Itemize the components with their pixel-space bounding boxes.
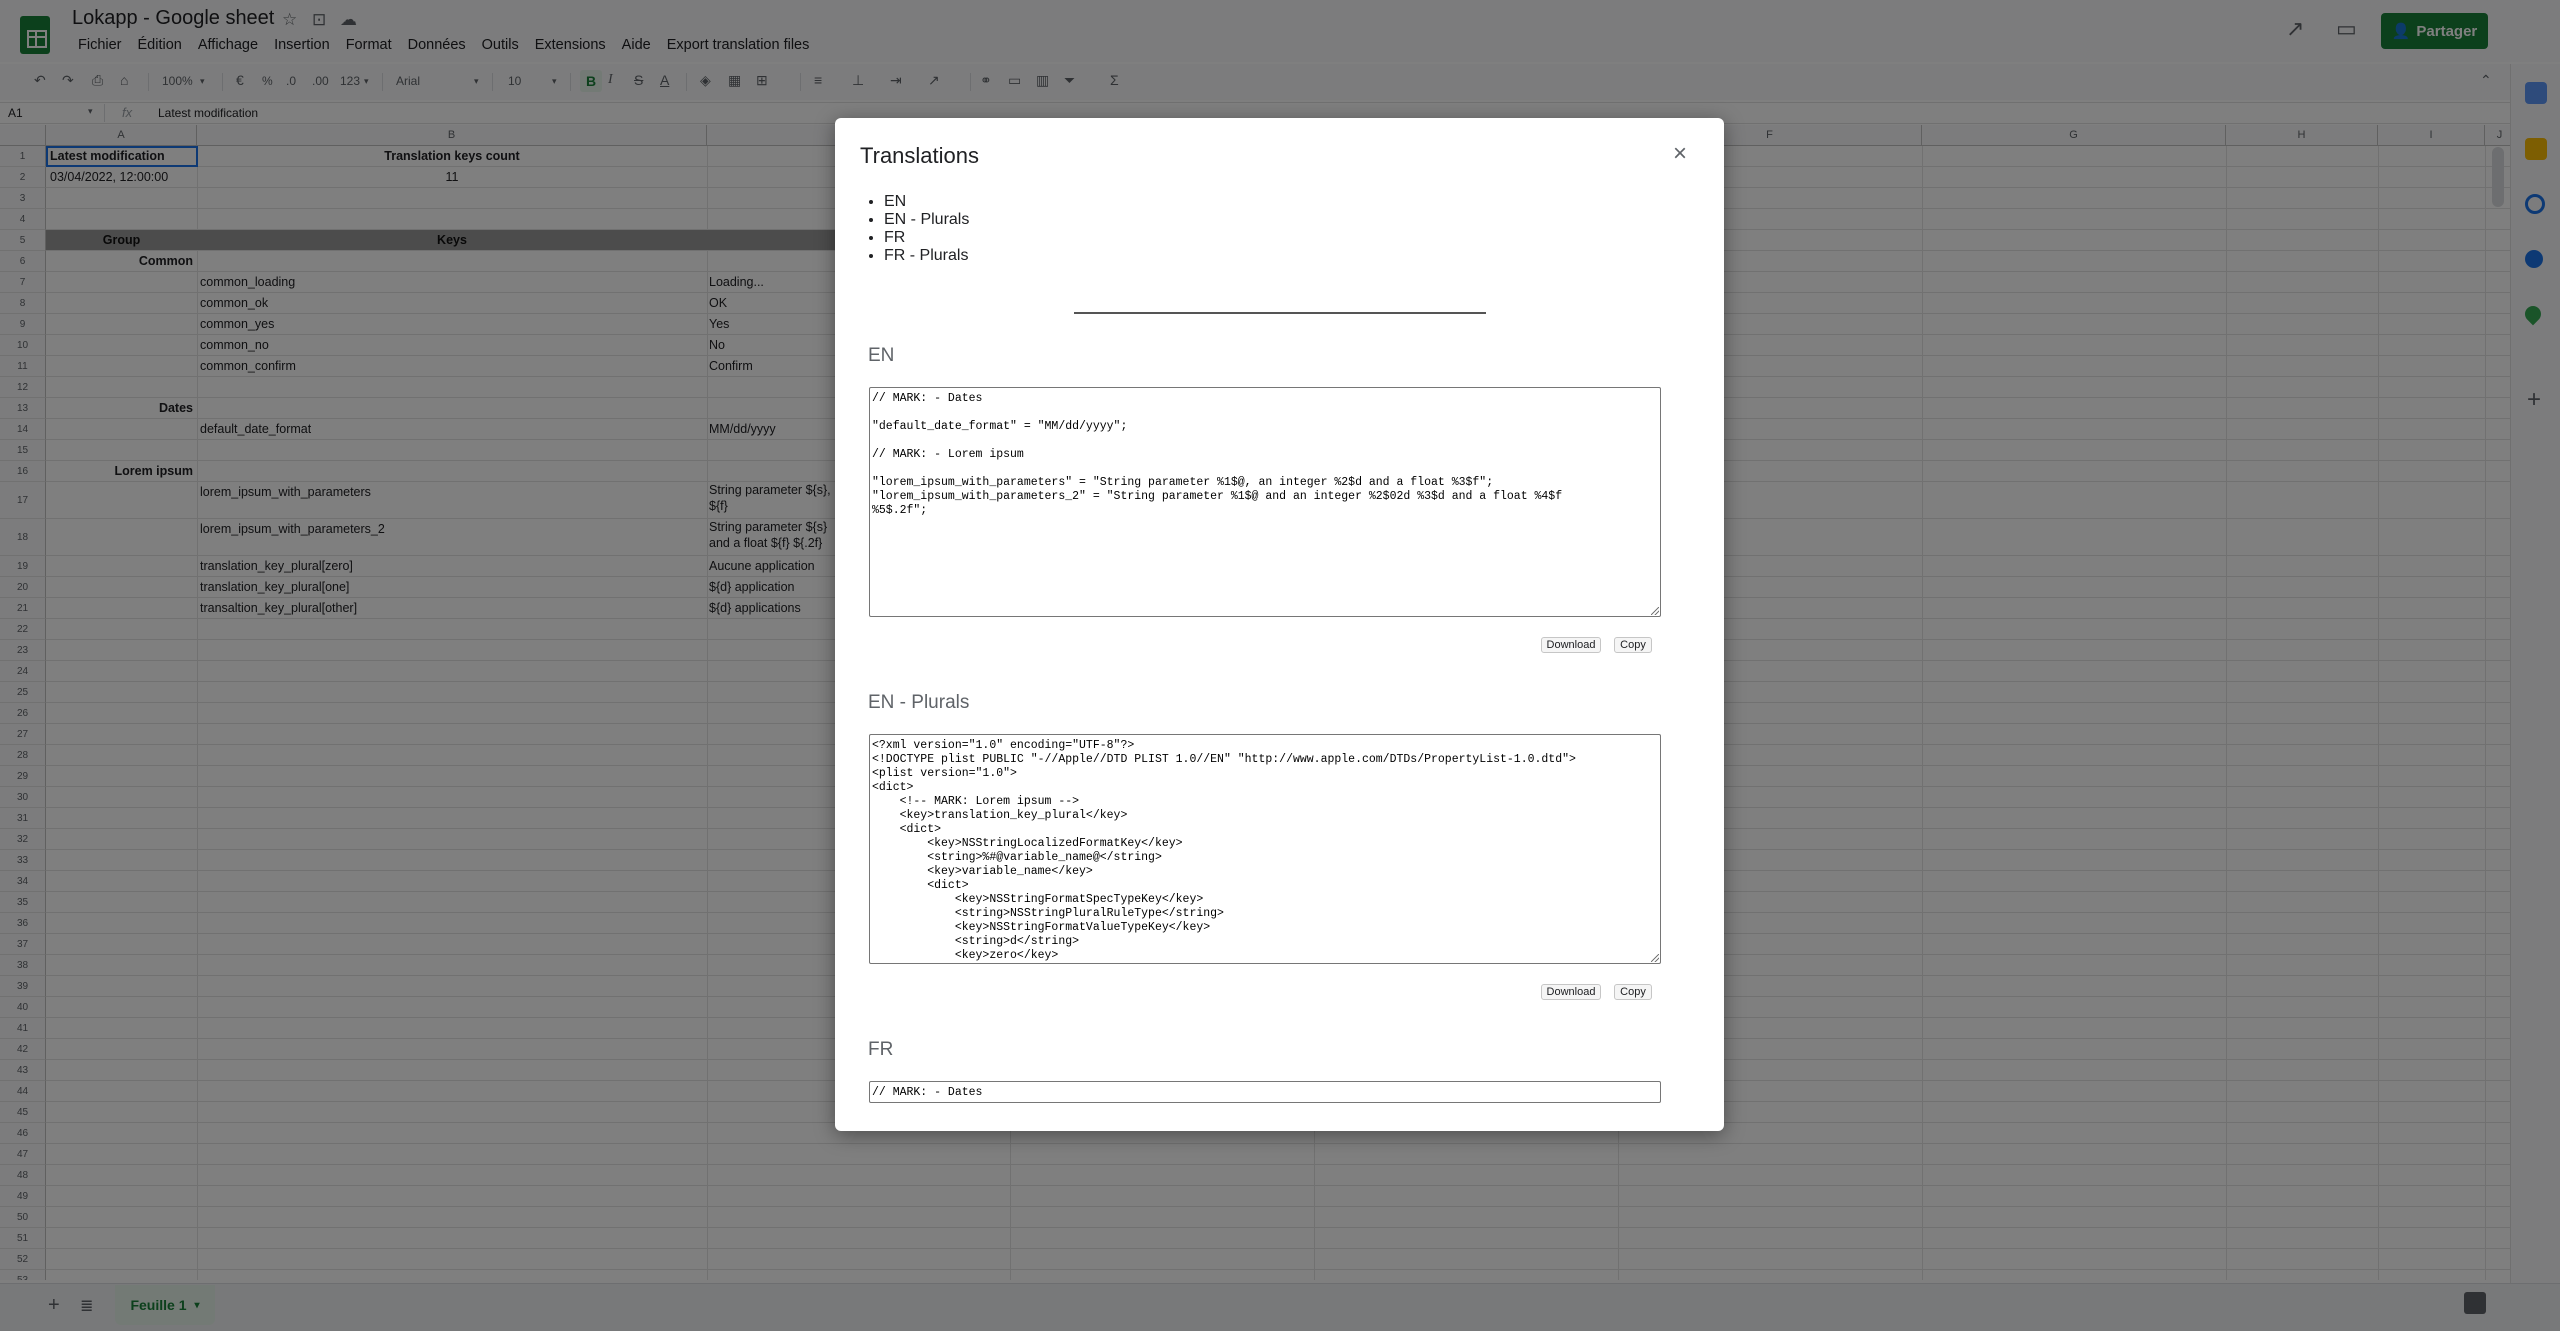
en-strings-textarea[interactable]: // MARK: - Dates "default_date_format" =… xyxy=(869,387,1661,617)
download-button[interactable]: Download xyxy=(1541,637,1601,653)
resize-handle-icon[interactable] xyxy=(1651,607,1659,615)
copy-button[interactable]: Copy xyxy=(1614,984,1652,1000)
section-link-fr[interactable]: FR xyxy=(884,229,969,247)
download-button[interactable]: Download xyxy=(1541,984,1601,1000)
section-link-fr-plurals[interactable]: FR - Plurals xyxy=(884,247,969,265)
divider xyxy=(1074,312,1486,314)
en-plurals-textarea[interactable]: <?xml version="1.0" encoding="UTF-8"?> <… xyxy=(869,734,1661,964)
copy-button[interactable]: Copy xyxy=(1614,637,1652,653)
spreadsheet-app: Lokapp - Google sheet ☆ ⊡ ☁ Fichier Édit… xyxy=(0,0,2560,1331)
section-list: EN EN - Plurals FR FR - Plurals xyxy=(884,193,969,265)
translations-dialog: Translations × EN EN - Plurals FR FR - P… xyxy=(835,118,1724,1131)
en-strings-content: // MARK: - Dates "default_date_format" =… xyxy=(872,392,1563,517)
section-heading-en: EN xyxy=(868,345,895,366)
section-heading-fr: FR xyxy=(868,1039,894,1060)
en-plurals-content: <?xml version="1.0" encoding="UTF-8"?> <… xyxy=(872,739,1576,962)
section-link-en-plurals[interactable]: EN - Plurals xyxy=(884,211,969,229)
section-heading-en-plurals: EN - Plurals xyxy=(868,692,970,713)
fr-strings-content: // MARK: - Dates xyxy=(872,1086,983,1099)
close-icon[interactable]: × xyxy=(1673,142,1687,166)
fr-strings-textarea[interactable]: // MARK: - Dates xyxy=(869,1081,1661,1103)
resize-handle-icon[interactable] xyxy=(1651,954,1659,962)
section-link-en[interactable]: EN xyxy=(884,193,969,211)
dialog-title: Translations xyxy=(860,143,980,168)
